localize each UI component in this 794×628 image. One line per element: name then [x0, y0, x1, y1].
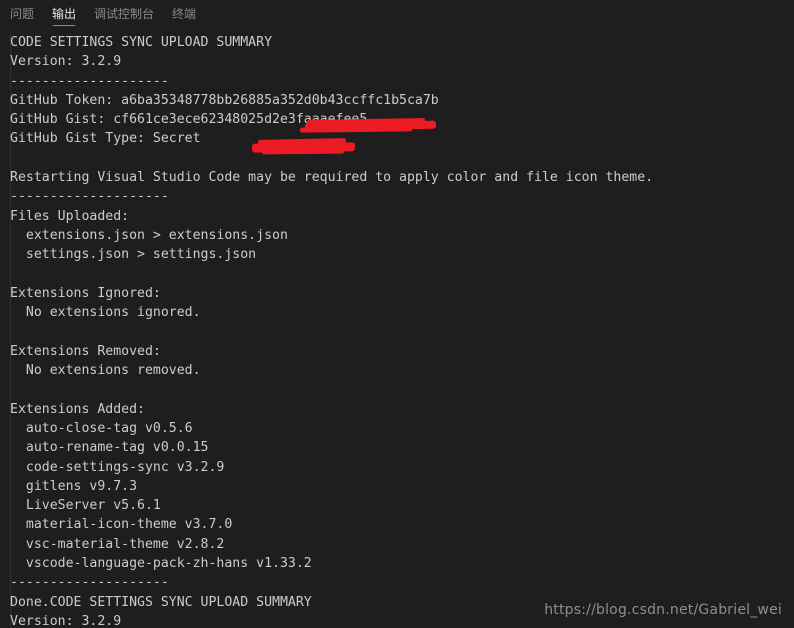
output-line: CODE SETTINGS SYNC UPLOAD SUMMARY — [10, 35, 273, 50]
output-line: extensions.json > extensions.json — [10, 227, 288, 243]
output-line: No extensions ignored. — [10, 305, 201, 321]
output-line: -------------------- — [10, 189, 169, 205]
active-tab-underline — [53, 25, 76, 26]
output-line: Version: 3.2.9 — [10, 54, 122, 70]
output-line: vsc-material-theme v2.8.2 — [10, 536, 225, 552]
output-log-lines: CODE SETTINGS SYNC UPLOAD SUMMARY Version… — [0, 31, 794, 628]
tab-output-label: 输出 — [52, 7, 77, 21]
output-line: No extensions removed. — [10, 363, 201, 379]
tab-debug-console[interactable]: 调试控制台 — [94, 7, 154, 26]
output-line: material-icon-theme v3.7.0 — [10, 517, 233, 533]
tab-terminal[interactable]: 终端 — [172, 7, 196, 26]
output-line: GitHub Token: a6ba35348778bb26885a352d0b… — [10, 92, 439, 108]
output-panel[interactable]: CODE SETTINGS SYNC UPLOAD SUMMARY Version… — [0, 31, 794, 628]
output-line: LiveServer v5.6.1 — [10, 498, 161, 514]
watermark: https://blog.csdn.net/Gabriel_wei — [544, 602, 782, 618]
output-line: Extensions Ignored: — [10, 285, 161, 301]
output-line: auto-close-tag v0.5.6 — [10, 420, 193, 436]
output-line: gitlens v9.7.3 — [10, 478, 138, 494]
tab-problems-label: 问题 — [10, 7, 35, 21]
output-line: code-settings-sync v3.2.9 — [10, 459, 225, 475]
output-line: GitHub Gist Type: Secret — [10, 131, 201, 147]
output-line: GitHub Gist: cf661ce3ece62348025d2e3faaa… — [10, 112, 368, 128]
output-line: Extensions Removed: — [10, 343, 161, 359]
tab-terminal-label: 终端 — [172, 7, 197, 21]
output-line: -------------------- — [10, 575, 169, 591]
output-line: vscode-language-pack-zh-hans v1.33.2 — [10, 556, 312, 572]
tab-problems[interactable]: 问题 — [10, 7, 34, 26]
tab-debug-console-label: 调试控制台 — [94, 7, 155, 21]
output-line: Extensions Added: — [10, 401, 145, 417]
panel-tab-bar: 问题 输出 调试控制台 终端 — [0, 0, 794, 31]
output-line: Restarting Visual Studio Code may be req… — [10, 170, 654, 186]
tab-output[interactable]: 输出 — [52, 7, 76, 26]
output-line: settings.json > settings.json — [10, 247, 257, 263]
output-line: auto-rename-tag v0.0.15 — [10, 440, 209, 456]
output-line: -------------------- — [10, 73, 169, 89]
output-line: Files Uploaded: — [10, 208, 130, 224]
